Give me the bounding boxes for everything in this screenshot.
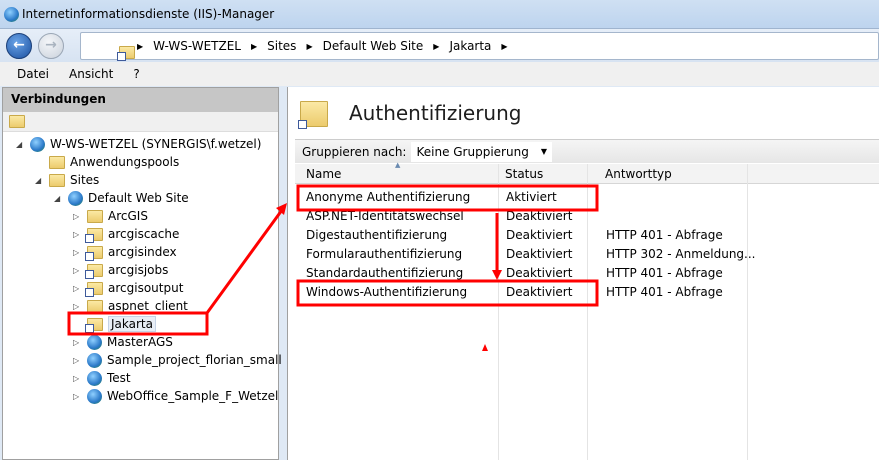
highlight-jakarta xyxy=(67,311,209,336)
cursor-mark-icon xyxy=(482,344,488,351)
annotation-arrow xyxy=(205,209,284,314)
highlight-windows-auth xyxy=(296,279,599,307)
highlight-anonymous-auth xyxy=(296,184,599,212)
annotation-overlay xyxy=(67,184,599,351)
arrowhead-icon xyxy=(492,270,502,280)
